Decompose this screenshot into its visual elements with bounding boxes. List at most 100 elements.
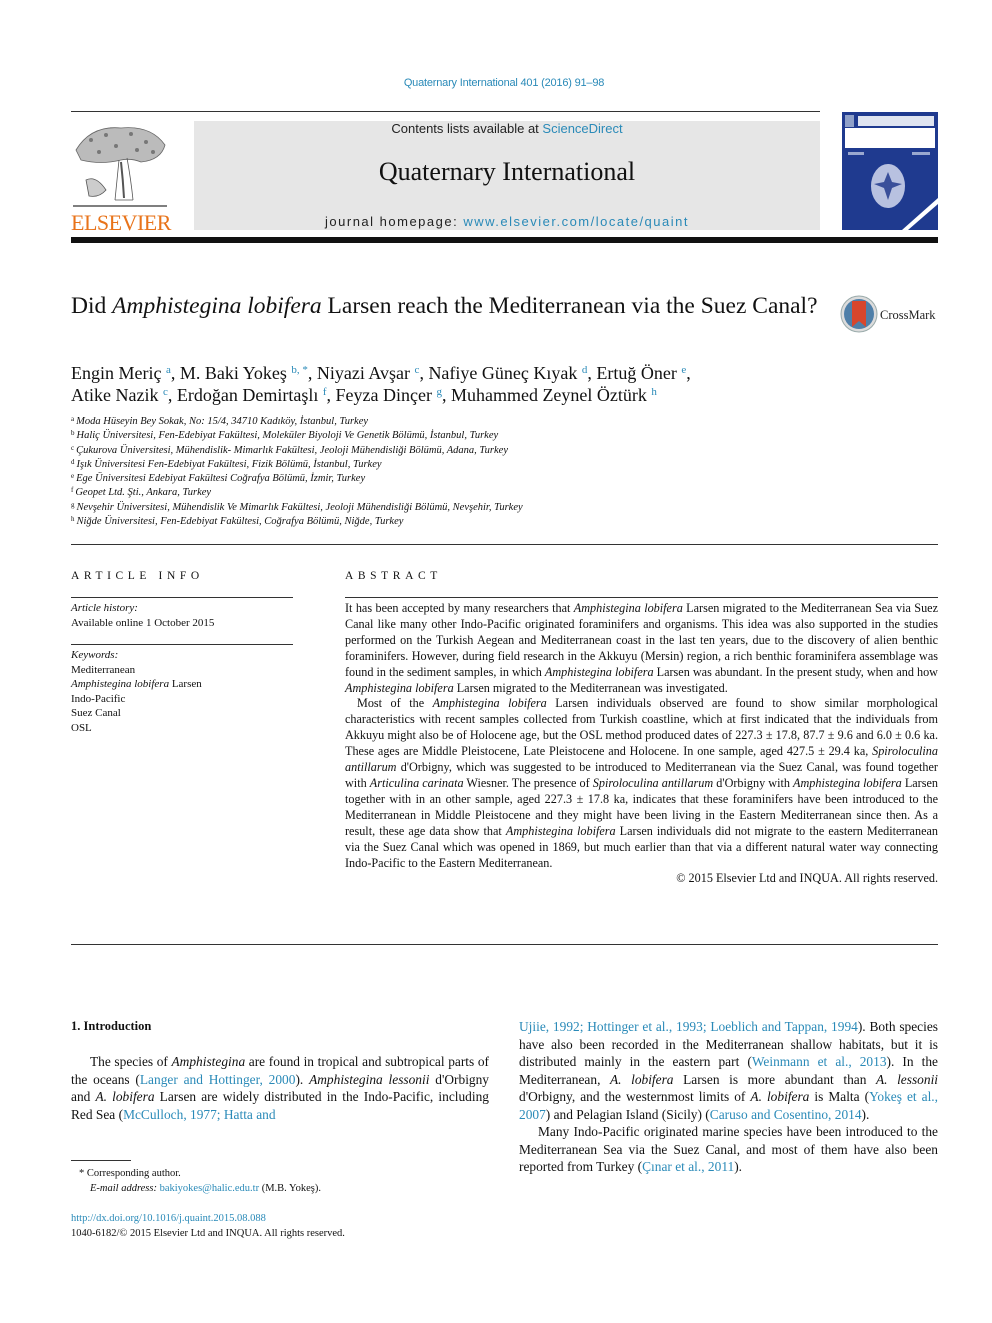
affiliation-text: Geopet Ltd. Şti., Ankara, Turkey <box>75 487 212 499</box>
author-separator: , <box>167 385 177 405</box>
author-name[interactable]: Engin Meriç <box>71 363 161 383</box>
keyword-text: OSL <box>71 721 92 734</box>
journal-banner: Contents lists available at ScienceDirec… <box>194 121 820 230</box>
affiliation-text: Çukurova Üniversitesi, Mühendislik- Mima… <box>76 444 508 456</box>
keyword-list: Mediterranean Amphistegina lobifera Larse… <box>71 663 293 736</box>
article-title: Did Amphistegina lobifera Larsen reach t… <box>71 292 831 321</box>
contents-prefix: Contents lists available at <box>391 121 543 136</box>
abstract-paragraph: It has been accepted by many researchers… <box>345 601 938 696</box>
author-affiliation-marker[interactable]: b, * <box>291 364 308 376</box>
journal-title: Quaternary International <box>378 157 636 186</box>
affiliation-key: g <box>71 500 75 509</box>
affiliation-item: e Ege Üniversitesi Edebiyat Fakültesi Coğ… <box>71 472 771 486</box>
keyword-text: Indo-Pacific <box>71 692 126 705</box>
sciencedirect-link[interactable]: ScienceDirect <box>542 121 622 136</box>
journal-homepage-link[interactable]: www.elsevier.com/locate/quaint <box>463 214 689 229</box>
abstract-paragraph: Most of the Amphistegina lobifera Larsen… <box>345 696 938 871</box>
crossmark-icon <box>840 295 878 333</box>
author-separator: , <box>307 363 317 383</box>
contents-line: Contents lists available at ScienceDirec… <box>194 121 820 136</box>
homepage-line: journal homepage: www.elsevier.com/locat… <box>194 214 820 229</box>
text-run: Larsen is more abundant than <box>673 1071 876 1087</box>
italic-term: Amphistegina lobifera <box>432 696 547 711</box>
affiliation-key: e <box>71 472 75 481</box>
affiliations-divider <box>71 544 938 545</box>
crossmark-button[interactable]: CrossMark <box>840 295 940 335</box>
email-link[interactable]: bakiyokes@halic.edu.tr <box>160 1183 259 1194</box>
header-divider <box>71 111 820 112</box>
affiliation-item: c Çukurova Üniversitesi, Mühendislik- Mim… <box>71 444 771 458</box>
journal-citation-link[interactable]: Quaternary International 401 (2016) 91–9… <box>0 77 992 89</box>
author-name[interactable]: Niyazi Avşar <box>317 363 410 383</box>
author-name[interactable]: M. Baki Yokeş <box>180 363 287 383</box>
citation-link[interactable]: Çınar et al., 2011 <box>642 1159 734 1174</box>
doi-block: http://dx.doi.org/10.1016/j.quaint.2015.… <box>71 1211 491 1241</box>
text-run: ). <box>861 1106 870 1122</box>
article-history: Article history: Available online 1 Octo… <box>71 601 293 630</box>
affiliation-item: g Nevşehir Üniversitesi, Mühendislik Ve M… <box>71 501 771 515</box>
corresponding-mark: * <box>79 1168 85 1179</box>
author-name[interactable]: Erdoğan Demirtaşlı <box>177 385 318 405</box>
keyword-item: OSL <box>71 721 293 736</box>
history-value: Available online 1 October 2015 <box>71 616 215 629</box>
citation-link[interactable]: Weinmann et al., 2013 <box>752 1054 887 1069</box>
author-name[interactable]: Ertuğ Öner <box>596 363 676 383</box>
author-separator: , <box>326 385 336 405</box>
author-name[interactable]: Feyza Dinçer <box>336 385 432 405</box>
citation-link[interactable]: Caruso and Cosentino, 2014 <box>710 1107 862 1122</box>
italic-term: Amphistegina lessonii <box>309 1071 430 1087</box>
author-name[interactable]: Muhammed Zeynel Öztürk <box>451 385 647 405</box>
author-separator: , <box>686 363 691 383</box>
italic-term: Articulina carinata <box>369 775 464 790</box>
author-name[interactable]: Nafiye Güneç Kıyak <box>428 363 577 383</box>
text-run: ). <box>295 1071 310 1087</box>
italic-term: A. lobifera <box>95 1089 155 1104</box>
keywords-label: Keywords: <box>71 649 119 661</box>
journal-cover-thumbnail[interactable] <box>842 112 938 230</box>
affiliation-key: a <box>71 415 75 423</box>
text-run: is Malta ( <box>809 1089 870 1104</box>
author-affiliation-marker[interactable]: h <box>651 386 657 398</box>
affiliation-item: b Haliç Üniversitesi, Fen-Edebiyat Fakült… <box>71 429 771 443</box>
italic-term: A. lobifera <box>610 1071 674 1087</box>
author-list: Engin Meriç a, M. Baki Yokeş b, *, Niyaz… <box>71 362 931 406</box>
corresponding-text: Corresponding author. <box>86 1168 181 1179</box>
text-run: Wiesner. The presence of <box>463 775 593 790</box>
elsevier-wordmark: ELSEVIER <box>71 210 171 235</box>
citation-link[interactable]: Ujiie, 1992; Hottinger et al., 1993; Loe… <box>519 1019 858 1034</box>
abstract-divider <box>345 597 938 598</box>
keyword-item: Indo-Pacific <box>71 692 293 707</box>
abstract-bottom-divider <box>71 944 938 945</box>
author-name[interactable]: Atike Nazik <box>71 385 158 405</box>
elsevier-logo[interactable]: ELSEVIER <box>70 118 172 235</box>
issn-copyright: 1040-6182/© 2015 Elsevier Ltd and INQUA.… <box>71 1228 345 1239</box>
history-label: Article history: <box>71 602 138 614</box>
keyword-item: Suez Canal <box>71 706 293 721</box>
affiliation-item: h Niğde Üniversitesi, Fen-Edebiyat Fakült… <box>71 515 771 529</box>
italic-term: Amphistegina lobifera <box>544 664 654 679</box>
keyword-text: Suez Canal <box>71 707 121 719</box>
footnotes: * Corresponding author. E-mail address: … <box>71 1166 491 1196</box>
email-suffix: (M.B. Yokeş). <box>259 1183 321 1194</box>
text-run: d'Orbigny with <box>713 775 794 790</box>
affiliation-text: Moda Hüseyin Bey Sokak, No: 15/4, 34710 … <box>76 416 369 427</box>
text-run: Larsen migrated to the Mediterranean was… <box>453 680 728 695</box>
citation-link[interactable]: Langer and Hottinger, 2000 <box>140 1072 296 1087</box>
text-run: Most of the <box>357 696 433 711</box>
crossmark-label: CrossMark <box>880 308 936 322</box>
doi-link[interactable]: http://dx.doi.org/10.1016/j.quaint.2015.… <box>71 1213 266 1224</box>
affiliation-list: a Moda Hüseyin Bey Sokak, No: 15/4, 34710… <box>71 415 771 529</box>
keyword-text: Mediterranean <box>71 663 136 676</box>
citation-link[interactable]: McCulloch, 1977; Hatta and <box>123 1107 275 1122</box>
title-suffix: Larsen reach the Mediterranean via the S… <box>321 293 818 319</box>
author-separator: , <box>441 385 451 405</box>
text-run: d'Orbigny, and the westernmost limits of <box>519 1089 751 1104</box>
abstract-paragraphs: It has been accepted by many researchers… <box>345 601 938 871</box>
italic-term: Amphistegina lobifera <box>793 775 902 790</box>
corresponding-author-note: * Corresponding author. <box>71 1166 491 1181</box>
affiliation-text: Haliç Üniversitesi, Fen-Edebiyat Fakülte… <box>76 430 499 442</box>
keyword-item: Mediterranean <box>71 663 293 678</box>
text-run: The species of <box>90 1054 172 1069</box>
header-thick-divider <box>71 237 938 243</box>
intro-paragraph: Ujiie, 1992; Hottinger et al., 1993; Loe… <box>519 1018 938 1123</box>
